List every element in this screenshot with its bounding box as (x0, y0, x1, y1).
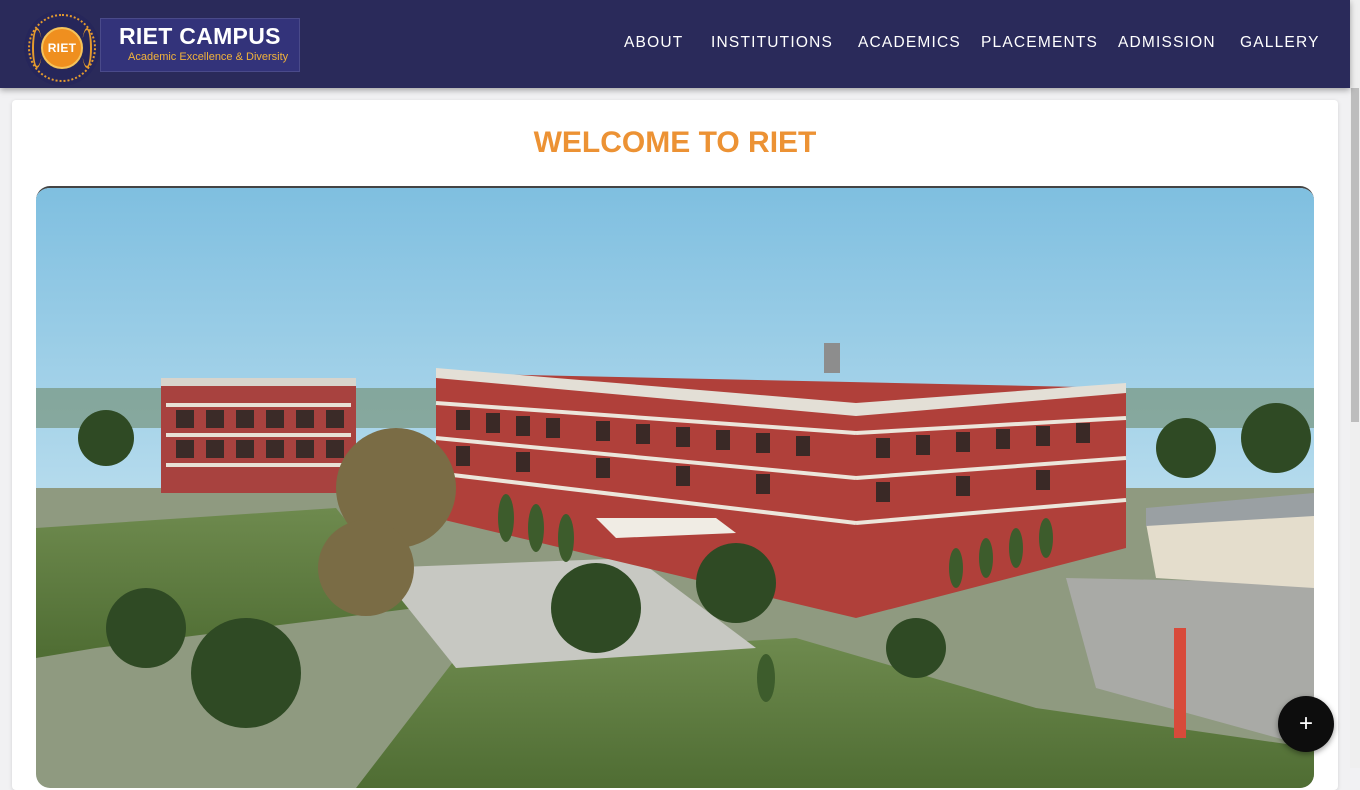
nav-placements[interactable]: PLACEMENTS (981, 34, 1098, 52)
nav-academics[interactable]: ACADEMICS (858, 34, 961, 52)
main-nav: ABOUT INSTITUTIONS ACADEMICS PLACEMENTS … (0, 34, 1350, 54)
campus-aerial-illustration (36, 188, 1314, 788)
campus-hero-image (36, 186, 1314, 788)
nav-institutions[interactable]: INSTITUTIONS (711, 34, 833, 52)
welcome-card: WELCOME TO RIET (12, 100, 1338, 790)
welcome-title: WELCOME TO RIET (533, 126, 817, 159)
page-scrollbar[interactable] (1350, 0, 1360, 768)
plus-icon: + (1298, 710, 1313, 737)
nav-admission[interactable]: ADMISSION (1118, 34, 1216, 52)
scrollbar-thumb[interactable] (1351, 88, 1359, 422)
add-fab-button[interactable]: + (1278, 696, 1334, 752)
nav-gallery[interactable]: GALLERY (1240, 34, 1320, 52)
site-header: RIET RIET CAMPUS Academic Excellence & D… (0, 0, 1350, 88)
nav-about[interactable]: ABOUT (624, 34, 683, 52)
